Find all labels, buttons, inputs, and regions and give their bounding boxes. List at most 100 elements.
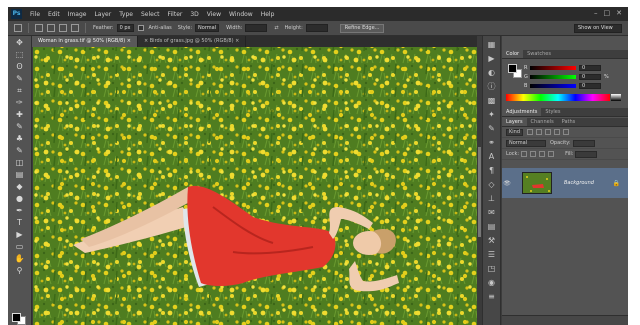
refine-edge-button[interactable]: Refine Edge... <box>339 23 385 33</box>
menu-3d[interactable]: 3D <box>190 11 198 18</box>
tab-paths[interactable]: Paths <box>558 118 580 126</box>
menu-window[interactable]: Window <box>229 11 253 18</box>
tab-channels[interactable]: Channels <box>527 118 558 126</box>
history-brush-tool-icon[interactable]: ✎ <box>13 145 27 156</box>
color-spectrum[interactable] <box>506 94 610 101</box>
add-selection-icon[interactable] <box>47 24 55 32</box>
brush-preset-icon[interactable]: ✎ <box>486 123 497 134</box>
layer-background[interactable]: 👁 Background 🔒 <box>502 168 628 198</box>
width-input[interactable] <box>245 24 268 32</box>
style-select[interactable]: Normal <box>195 24 220 32</box>
swap-icon[interactable]: ⇄ <box>274 25 278 31</box>
actions-icon[interactable]: ▶ <box>486 53 497 64</box>
filter-adjust-icon[interactable] <box>536 129 543 135</box>
new-selection-icon[interactable] <box>35 24 43 32</box>
clone-source-icon[interactable]: ⚭ <box>486 137 497 148</box>
red-value-input[interactable]: 0 <box>579 64 601 71</box>
healing-tool-icon[interactable]: ✚ <box>13 109 27 120</box>
subtract-selection-icon[interactable] <box>59 24 67 32</box>
notes-icon[interactable]: ✉ <box>486 207 497 218</box>
close-button[interactable]: ✕ <box>616 9 622 17</box>
menu-type[interactable]: Type <box>119 11 133 18</box>
blue-slider[interactable] <box>530 83 576 88</box>
foreground-swatch-icon[interactable] <box>12 313 21 322</box>
eraser-tool-icon[interactable]: ◫ <box>13 157 27 168</box>
tab-adjustments[interactable]: Adjustments <box>502 108 542 116</box>
layer-comps-icon[interactable]: ◳ <box>486 263 497 274</box>
shape-tool-icon[interactable]: ▭ <box>13 241 27 252</box>
hand-tool-icon[interactable]: ✋ <box>13 253 27 264</box>
swatches-icon[interactable]: ▩ <box>486 95 497 106</box>
intersect-selection-icon[interactable] <box>71 24 79 32</box>
styles-icon[interactable]: ✦ <box>486 109 497 120</box>
channels-icon[interactable]: ≡ <box>486 291 497 302</box>
navigator-icon[interactable]: ◉ <box>486 277 497 288</box>
move-tool-icon[interactable]: ✥ <box>13 37 27 48</box>
history-icon[interactable]: ▦ <box>486 39 497 50</box>
tab-styles[interactable]: Styles <box>541 108 564 116</box>
menu-image[interactable]: Image <box>68 11 87 18</box>
maximize-button[interactable]: □ <box>604 9 611 17</box>
menu-edit[interactable]: Edit <box>48 11 60 18</box>
filter-shape-icon[interactable] <box>554 129 561 135</box>
blue-value-input[interactable]: 0 <box>579 82 601 89</box>
blur-tool-icon[interactable]: ◆ <box>13 181 27 192</box>
fill-input[interactable] <box>575 150 598 158</box>
crop-tool-icon[interactable]: ⌗ <box>13 85 27 96</box>
paragraph-icon[interactable]: ¶ <box>486 165 497 176</box>
filter-pixel-icon[interactable] <box>527 129 534 135</box>
path-select-tool-icon[interactable]: ▶ <box>13 229 27 240</box>
clone-stamp-tool-icon[interactable]: ♣ <box>13 133 27 144</box>
adjust-icon[interactable]: ◐ <box>486 67 497 78</box>
lock-pixels-icon[interactable] <box>530 151 537 157</box>
brush-tool-icon[interactable]: ✎ <box>13 121 27 132</box>
document-canvas[interactable] <box>33 47 477 325</box>
antialias-checkbox[interactable] <box>137 25 144 31</box>
menu-layer[interactable]: Layer <box>94 11 111 18</box>
minimize-button[interactable]: – <box>594 9 598 17</box>
menu-select[interactable]: Select <box>141 11 160 18</box>
3d-icon[interactable]: ◇ <box>486 179 497 190</box>
eye-icon[interactable]: 👁 <box>502 180 512 187</box>
grayscale-ramp[interactable] <box>611 94 621 101</box>
blend-mode-select[interactable]: Normal <box>506 139 546 147</box>
marquee-tool-icon[interactable]: ⬚ <box>13 49 27 60</box>
scrollbar-thumb[interactable] <box>478 147 481 237</box>
eyedropper-tool-icon[interactable]: ✑ <box>13 97 27 108</box>
lock-all-icon[interactable] <box>548 151 555 157</box>
filter-type-icon[interactable] <box>545 129 552 135</box>
tool-presets-icon[interactable]: ⚒ <box>486 235 497 246</box>
workspace-select[interactable]: Show on View <box>574 24 622 33</box>
lock-transparent-icon[interactable] <box>521 151 528 157</box>
opacity-input[interactable] <box>572 139 595 147</box>
zoom-tool-icon[interactable]: ⚲ <box>13 265 27 276</box>
dodge-tool-icon[interactable]: ● <box>13 193 27 204</box>
menu-file[interactable]: File <box>30 11 40 18</box>
gradient-tool-icon[interactable]: ▤ <box>13 169 27 180</box>
menu-filter[interactable]: Filter <box>168 11 183 18</box>
menu-help[interactable]: Help <box>261 11 275 18</box>
green-slider[interactable] <box>530 74 576 79</box>
timeline-icon[interactable]: ▤ <box>486 221 497 232</box>
lock-position-icon[interactable] <box>539 151 546 157</box>
menu-view[interactable]: View <box>207 11 221 18</box>
foreground-color-swatch[interactable] <box>508 64 517 73</box>
tab-layers[interactable]: Layers <box>502 118 527 126</box>
doc-tab-birds-of-grass[interactable]: × Birds of grass.jpg @ 50% (RGB/8) × <box>138 36 247 47</box>
measure-icon[interactable]: ⊥ <box>486 193 497 204</box>
info-icon[interactable]: ⓘ <box>486 81 497 92</box>
layer-name[interactable]: Background <box>564 180 594 186</box>
doc-tab-woman-in-grass[interactable]: Woman in grass.tif @ 50% (RGB/8) × <box>32 36 138 47</box>
marquee-preset-icon[interactable] <box>14 24 22 32</box>
quick-select-tool-icon[interactable]: ✎ <box>13 73 27 84</box>
red-slider[interactable] <box>530 65 576 70</box>
properties-icon[interactable]: ☰ <box>486 249 497 260</box>
feather-input[interactable]: 0 px <box>116 24 134 32</box>
kind-filter-select[interactable]: Kind <box>506 128 524 136</box>
type-tool-icon[interactable]: T <box>13 217 27 228</box>
lasso-tool-icon[interactable]: ʘ <box>13 61 27 72</box>
pen-tool-icon[interactable]: ✒ <box>13 205 27 216</box>
character-icon[interactable]: A <box>486 151 497 162</box>
height-input[interactable] <box>305 24 328 32</box>
filter-smart-icon[interactable] <box>563 129 570 135</box>
